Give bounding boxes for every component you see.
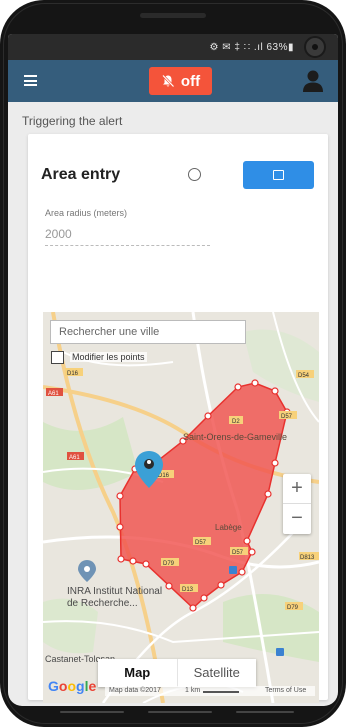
alarm-off-button[interactable]: off (149, 67, 212, 95)
svg-text:D2: D2 (232, 419, 240, 425)
map-type-map-tab[interactable]: Map (98, 659, 178, 687)
area-entry-label: Area entry (41, 166, 121, 183)
svg-text:A61: A61 (48, 391, 59, 397)
user-icon[interactable] (302, 69, 324, 93)
square-icon (273, 170, 284, 180)
svg-text:D54: D54 (298, 373, 310, 379)
svg-text:de Recherche...: de Recherche... (67, 598, 138, 609)
svg-text:Labège: Labège (215, 523, 242, 532)
nav-back-button[interactable] (60, 711, 124, 713)
alert-card: Area entry Area radius (meters) 2000 D16… (28, 134, 328, 703)
transit-marker (229, 566, 237, 574)
status-text: ⚙ ✉ ‡ ∷ .ıl 63%▮ (209, 42, 294, 53)
google-logo: Google (48, 678, 97, 694)
edit-polygon-checkbox[interactable] (51, 351, 64, 364)
front-camera (304, 36, 326, 58)
svg-text:D57: D57 (232, 550, 244, 556)
screen: ⚙ ✉ ‡ ∷ .ıl 63%▮ off Triggering the aler… (8, 34, 338, 706)
svg-text:D79: D79 (163, 561, 175, 567)
svg-text:D79: D79 (287, 605, 299, 611)
nav-bar (0, 706, 346, 727)
status-bar: ⚙ ✉ ‡ ∷ .ıl 63%▮ (8, 34, 338, 60)
area-radius-label: Area radius (meters) (45, 208, 128, 218)
area-radius-input[interactable]: 2000 (45, 224, 210, 246)
svg-text:A61: A61 (69, 455, 80, 461)
nav-recent-button[interactable] (236, 711, 294, 713)
zoom-out-button[interactable]: − (283, 504, 311, 534)
map-data-text: Map data ©2017 (109, 687, 161, 694)
svg-text:D813: D813 (300, 555, 315, 561)
svg-text:D57: D57 (281, 414, 293, 420)
zoom-in-button[interactable]: + (283, 474, 311, 504)
area-entry-radio[interactable] (188, 168, 201, 181)
hamburger-menu-icon[interactable] (24, 75, 37, 86)
svg-text:D13: D13 (182, 587, 194, 593)
city-search-input[interactable]: Rechercher une ville (50, 320, 246, 344)
terms-link[interactable]: Terms of Use (265, 687, 306, 694)
speaker (140, 13, 206, 18)
map-footer: Map data ©2017 1 km Terms of Use (105, 686, 315, 696)
edit-polygon-label: Modifier les points (70, 352, 147, 362)
map-view[interactable]: D16 D54 A61 A61 D57 D2 D16 D57 D79 D13 D… (43, 312, 319, 703)
svg-text:Saint-Orens-de-Gameville: Saint-Orens-de-Gameville (183, 432, 287, 442)
map-scale-bar (203, 691, 239, 693)
page-subtitle: Triggering the alert (22, 114, 123, 128)
zoom-control: + − (283, 474, 311, 534)
map-type-satellite-tab[interactable]: Satellite (178, 659, 257, 687)
bell-off-icon (162, 74, 175, 88)
nav-home-button[interactable] (148, 711, 212, 713)
area-shape-button[interactable] (243, 161, 314, 189)
svg-text:D16: D16 (67, 371, 79, 377)
svg-text:D57: D57 (195, 540, 207, 546)
phone-frame: ⚙ ✉ ‡ ∷ .ıl 63%▮ off Triggering the aler… (0, 0, 346, 727)
map-canvas[interactable]: D16 D54 A61 A61 D57 D2 D16 D57 D79 D13 D… (43, 312, 319, 703)
map-type-control: Map Satellite (98, 659, 256, 687)
off-label: off (180, 72, 201, 90)
transit-marker (276, 648, 284, 656)
svg-text:INRA Institut National: INRA Institut National (67, 586, 162, 597)
map-scale-text: 1 km (185, 687, 201, 694)
app-bar: off (8, 60, 338, 102)
